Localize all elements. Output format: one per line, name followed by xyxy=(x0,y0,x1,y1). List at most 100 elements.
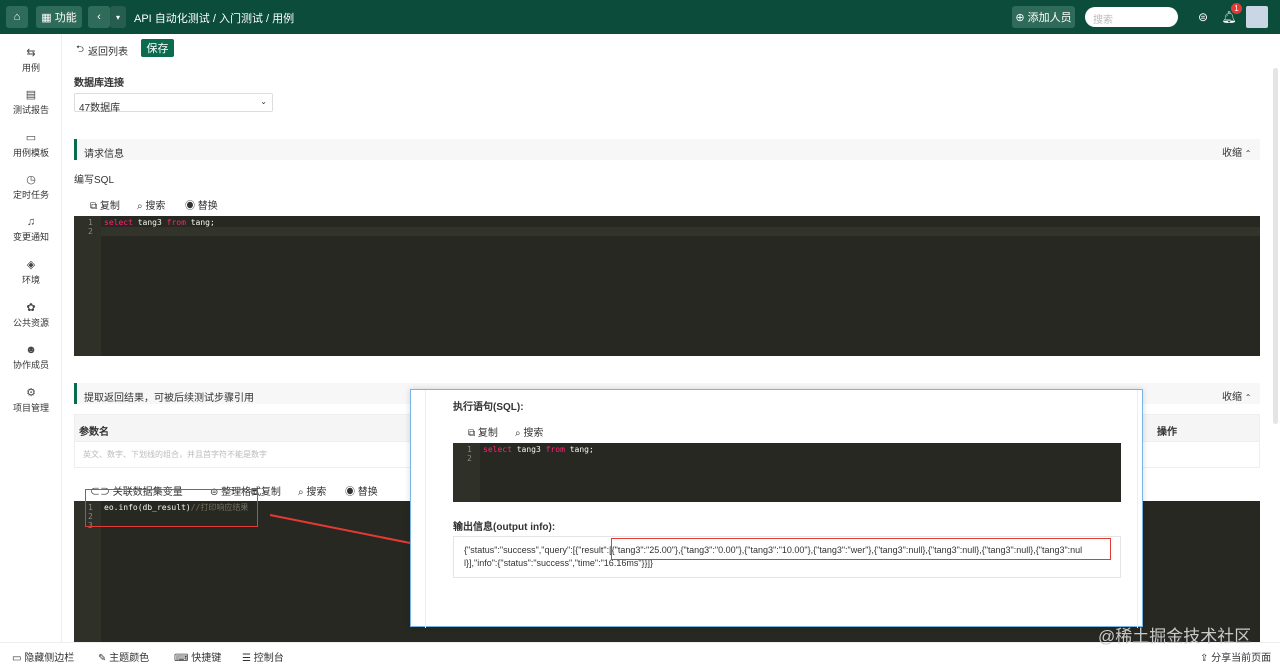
shortcuts-button[interactable]: ⌨ 快捷键 xyxy=(174,649,221,664)
line-number: 2 xyxy=(467,454,472,463)
code-text: tang; xyxy=(185,218,215,227)
code-text: tang3 xyxy=(132,218,167,227)
search-button[interactable]: ⌕ 搜索 xyxy=(298,483,326,498)
sidebar-item-report[interactable]: ▤ 测试报告 xyxy=(0,88,62,116)
db-connection-label: 数据库连接 xyxy=(74,78,124,89)
member-icon: ☻ xyxy=(25,344,37,356)
replace-label: 替换 xyxy=(197,201,218,212)
chevron-left-icon: ‹ xyxy=(97,11,101,23)
function-menu-label: 功能 xyxy=(54,12,77,24)
resource-icon: ✿ xyxy=(26,302,36,314)
line-gutter: 1 2 xyxy=(453,443,480,502)
save-button[interactable]: 保存 xyxy=(141,39,174,57)
back-to-list-button[interactable]: ⮌ 返回列表 xyxy=(76,42,128,59)
search-icon: ⌕ xyxy=(137,201,143,212)
function-menu-button[interactable]: ▦ 功能 xyxy=(36,6,82,28)
report-icon: ▤ xyxy=(25,89,37,101)
line-gutter: 1 2 xyxy=(74,216,101,356)
search-label: 搜索 xyxy=(145,201,166,212)
footer-bar: ▭ 隐藏侧边栏 ✎ 主题颜色 ⌨ 快捷键 ☰ 控制台 ⇪ 分享当前页面 xyxy=(0,642,1280,664)
chevron-down-icon: ⌄ xyxy=(260,97,267,106)
sidebar-item-label: 公共资源 xyxy=(12,318,49,328)
sidebar-item-resource[interactable]: ✿ 公共资源 xyxy=(0,301,62,329)
back-nav-button[interactable]: ‹ xyxy=(88,6,110,28)
request-section-header: 请求信息 xyxy=(74,139,1260,160)
sidebar-item-template[interactable]: ▭ 用例模板 xyxy=(0,131,62,159)
breadcrumb: API 自动化测试 / 入门测试 / 用例 xyxy=(134,13,295,25)
copy-button[interactable]: ⧉ 复制 xyxy=(468,424,498,439)
param-name-input[interactable]: 英文、数字、下划线的组合，并且首字符不能是数字 xyxy=(83,449,267,460)
extract-collapse-button[interactable]: 收缩 ⌃ xyxy=(1222,388,1251,403)
chevron-up-icon: ⌃ xyxy=(1244,393,1252,402)
line-number: 1 xyxy=(467,445,472,454)
theme-color-button[interactable]: ✎ 主题颜色 xyxy=(98,649,149,664)
brush-icon: ✎ xyxy=(98,653,107,664)
copy-button[interactable]: ⧉ 复制 xyxy=(90,197,120,212)
sidebar-item-label: 定时任务 xyxy=(12,190,49,200)
write-sql-label: 编写SQL xyxy=(74,175,115,186)
search-button[interactable]: ⌕ 搜索 xyxy=(515,424,543,439)
sidebar-item-label: 测试报告 xyxy=(12,105,49,115)
share-page-button[interactable]: ⇪ 分享当前页面 xyxy=(1200,649,1271,664)
home-button[interactable]: ⌂ xyxy=(6,6,28,28)
replace-button[interactable]: ◉ 替换 xyxy=(345,483,378,498)
search-label: 搜索 xyxy=(523,428,544,439)
output-highlight-box xyxy=(611,538,1111,560)
sidebar-item-label: 项目管理 xyxy=(12,403,49,413)
avatar[interactable] xyxy=(1246,6,1268,28)
search-icon: ⌕ xyxy=(515,428,521,439)
replace-icon: ◉ xyxy=(185,201,195,212)
add-user-icon: ⊕ xyxy=(1015,11,1025,24)
sidebar-item-label: 协作成员 xyxy=(12,360,49,370)
sidebar-item-env[interactable]: ◈ 环境 xyxy=(0,258,62,286)
exec-sql-code: select tang3 from tang; xyxy=(483,445,594,454)
copy-icon: ⧉ xyxy=(90,201,98,212)
case-icon: ⇆ xyxy=(26,47,36,59)
sidebar-item-members[interactable]: ☻ 协作成员 xyxy=(0,344,62,371)
search-input[interactable]: 搜索 xyxy=(1085,7,1178,27)
output-info-label: 输出信息(output info): xyxy=(453,522,556,533)
code-keyword: select xyxy=(104,218,133,227)
sidebar-item-label: 用例模板 xyxy=(12,148,49,158)
replace-button[interactable]: ◉ 替换 xyxy=(185,197,218,212)
sql-editor[interactable]: 1 2 select tang3 from tang; xyxy=(74,216,1260,356)
help-icon[interactable]: ⊜ xyxy=(1196,10,1210,24)
search-label: 搜索 xyxy=(306,487,327,498)
sidebar-item-case[interactable]: ⇆ 用例 xyxy=(0,46,62,74)
code-text: tang; xyxy=(564,445,594,454)
console-icon: ☰ xyxy=(242,653,251,664)
replace-label: 替换 xyxy=(357,487,378,498)
collapse-label: 收缩 xyxy=(1222,148,1242,159)
footer-label: 快捷键 xyxy=(191,653,222,664)
sidebar-item-label: 环境 xyxy=(21,275,40,285)
console-button[interactable]: ☰ 控制台 xyxy=(242,649,284,664)
search-button[interactable]: ⌕ 搜索 xyxy=(137,197,165,212)
settings-icon: ⚙ xyxy=(26,387,36,399)
share-icon: ⇪ xyxy=(1200,653,1209,664)
replace-icon: ◉ xyxy=(345,487,355,498)
exec-sql-editor[interactable]: 1 2 select tang3 from tang; xyxy=(453,443,1121,502)
caret-down-icon: ▾ xyxy=(115,12,120,22)
sidebar-item-schedule[interactable]: ◷ 定时任务 xyxy=(0,173,62,201)
footer-label: 主题颜色 xyxy=(109,653,150,664)
code-text: tang3 xyxy=(511,445,546,454)
back-to-list-label: 返回列表 xyxy=(88,47,129,58)
exec-sql-label: 执行语句(SQL): xyxy=(453,402,524,413)
active-line xyxy=(101,227,1260,236)
collapse-label: 收缩 xyxy=(1222,392,1242,403)
line-number: 2 xyxy=(88,227,93,236)
add-member-button[interactable]: ⊕ 添加人员 xyxy=(1012,6,1075,28)
scrollbar[interactable] xyxy=(1273,68,1278,424)
grid-icon: ▦ xyxy=(41,11,52,24)
sidebar-icon: ▭ xyxy=(12,653,22,664)
section-title: 提取返回结果，可被后续测试步骤引用 xyxy=(84,393,254,404)
hide-sidebar-button[interactable]: ▭ 隐藏侧边栏 xyxy=(12,649,74,664)
nav-dropdown-button[interactable]: ▾ xyxy=(110,6,126,28)
sidebar-item-project[interactable]: ⚙ 项目管理 xyxy=(0,386,62,414)
sidebar-item-notify[interactable]: ♫ 变更通知 xyxy=(0,216,62,243)
notification-badge: 1 xyxy=(1231,3,1242,14)
request-collapse-button[interactable]: 收缩 ⌃ xyxy=(1222,144,1251,159)
db-select[interactable]: 47数据库 ⌄ xyxy=(74,93,273,114)
env-icon: ◈ xyxy=(26,259,36,271)
add-member-label: 添加人员 xyxy=(1027,12,1072,24)
